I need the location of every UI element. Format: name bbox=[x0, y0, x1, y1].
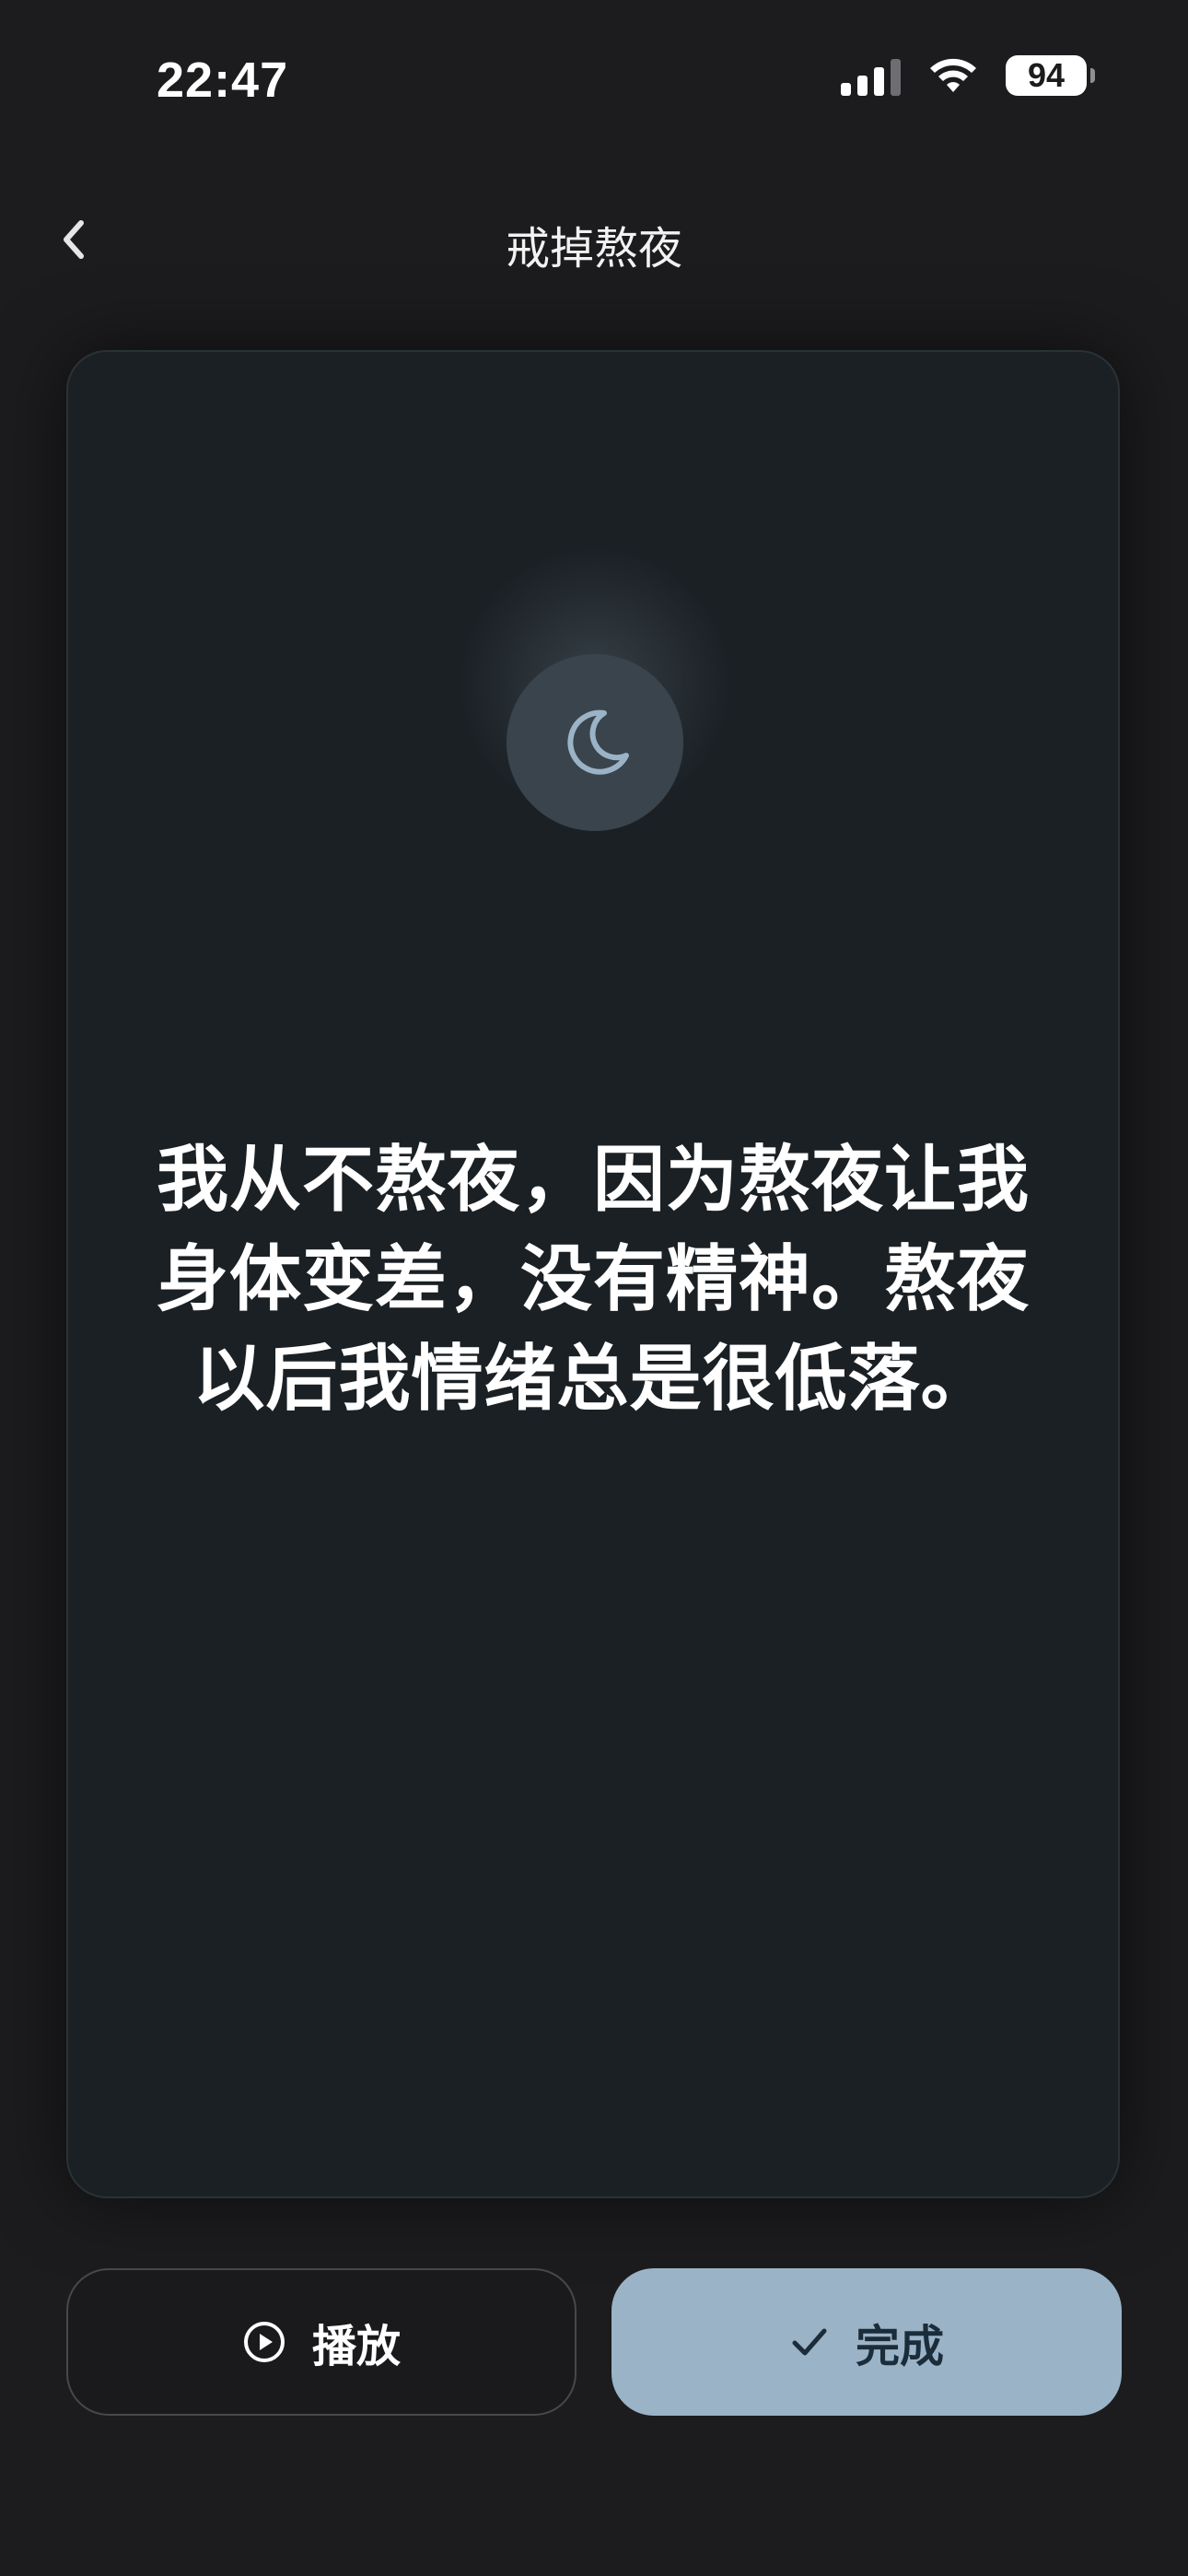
status-time: 22:47 bbox=[157, 53, 289, 108]
done-button[interactable]: 完成 bbox=[611, 2268, 1122, 2416]
status-bar: 22:47 94 bbox=[0, 0, 1188, 147]
play-button-label: 播放 bbox=[311, 2321, 401, 2372]
affirmation-text: 我从不熬夜，因为熬夜让我身体变差，没有精神。熬夜以后我情绪总是很低落。 bbox=[156, 1139, 1030, 1421]
checkmark-icon bbox=[792, 2328, 827, 2356]
battery-indicator: 94 bbox=[1006, 55, 1095, 96]
moon-badge bbox=[507, 654, 683, 831]
moon-icon bbox=[567, 709, 629, 775]
play-circle-icon bbox=[243, 2322, 285, 2362]
play-button[interactable]: 播放 bbox=[66, 2268, 577, 2416]
status-icons: 94 bbox=[841, 55, 1095, 96]
signal-icon bbox=[841, 55, 901, 96]
page-title: 戒掉熬夜 bbox=[505, 223, 682, 275]
affirmation-card: 我从不熬夜，因为熬夜让我身体变差，没有精神。熬夜以后我情绪总是很低落。 bbox=[66, 350, 1120, 2198]
done-button-label: 完成 bbox=[855, 2321, 944, 2372]
wifi-icon bbox=[930, 58, 976, 92]
nav-bar: 戒掉熬夜 bbox=[0, 184, 1188, 295]
